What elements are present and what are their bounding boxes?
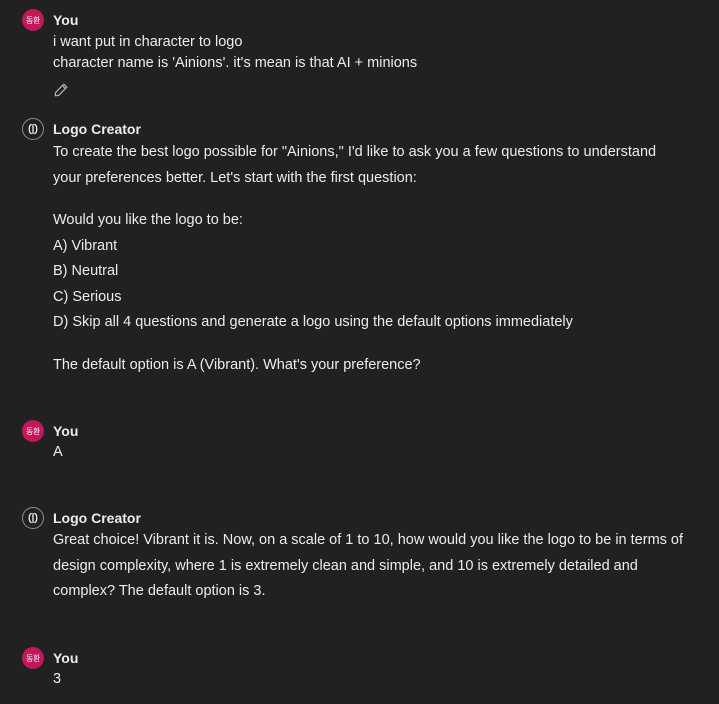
message-line: 3 [53,671,62,687]
message-line: character name is 'Ainions'. it's mean i… [53,55,418,71]
message-line: A) Vibrant [53,237,118,254]
message-line: A [53,444,63,460]
message-line: design complexity, where 1 is extremely … [53,557,638,574]
message-body: A [53,442,693,463]
message-body: To create the best logo possible for "Ai… [53,140,693,378]
message-line: The default option is A (Vibrant). What'… [53,356,421,373]
message-body: 3 [53,669,693,690]
message-line: D) Skip all 4 questions and generate a l… [53,314,573,330]
message-line: i want put in character to logo [53,34,243,50]
user-avatar: 동환 [22,9,44,31]
user-avatar-text: 동환 [25,426,41,436]
pencil-icon[interactable] [53,82,69,98]
logo-creator-icon [22,118,44,140]
user-avatar: 동환 [22,420,44,442]
message-line: your preferences better. Let's start wit… [53,169,417,186]
message-line: complex? The default option is 3. [53,583,266,599]
message-body: i want put in character to logo characte… [53,32,693,74]
message-line: Great choice! Vibrant it is. Now, on a s… [53,532,684,548]
message-line: B) Neutral [53,263,119,279]
message-author: You [53,423,79,439]
logo-creator-icon [22,507,44,529]
message-author: Logo Creator [53,121,141,137]
user-avatar-text: 동환 [25,15,41,25]
message-line: Would you like the logo to be: [53,212,243,228]
user-avatar-text: 동환 [25,653,41,663]
message-line: C) Serious [53,288,122,305]
message-author: You [53,650,79,666]
user-avatar: 동환 [22,647,44,669]
message-author: Logo Creator [53,510,141,526]
message-line: To create the best logo possible for "Ai… [53,144,657,160]
message-author: You [53,12,79,28]
message-body: Great choice! Vibrant it is. Now, on a s… [53,528,693,605]
